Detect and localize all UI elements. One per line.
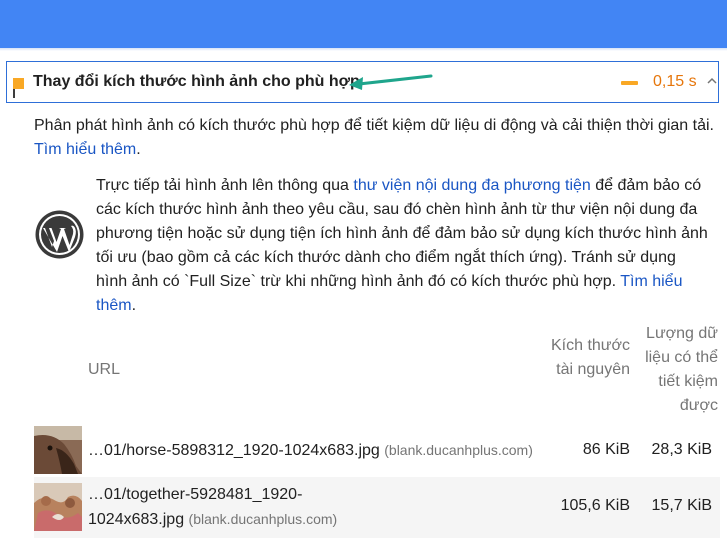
url-host: (blank.ducanhplus.com) xyxy=(188,511,338,527)
chevron-up-icon[interactable] xyxy=(705,74,719,88)
learn-more-link[interactable]: Tìm hiểu thêm xyxy=(34,141,136,158)
wordpress-logo-icon xyxy=(35,210,84,259)
period: . xyxy=(131,297,137,314)
audit-header[interactable]: Thay đổi kích thước hình ảnh cho phù hợp… xyxy=(6,61,719,103)
column-header-size: Kích thước tài nguyên xyxy=(550,337,630,378)
annotation-arrow-icon xyxy=(349,74,433,90)
audit-title: Thay đổi kích thước hình ảnh cho phù hợp xyxy=(33,73,360,90)
resource-url[interactable]: …01/together-5928481_1920-1024x683.jpg (… xyxy=(88,483,388,532)
savings-bar-icon xyxy=(621,81,638,85)
table-row: …01/together-5928481_1920-1024x683.jpg (… xyxy=(34,477,720,538)
period: . xyxy=(136,141,141,158)
cursor-marker xyxy=(13,89,15,98)
url-host: (blank.ducanhplus.com) xyxy=(384,442,533,458)
wasted-bytes: 28,3 KiB xyxy=(651,441,712,458)
description-text: Phân phát hình ảnh có kích thước phù hợp… xyxy=(34,117,714,134)
wordpress-tip: Trực tiếp tải hình ảnh lên thông qua thư… xyxy=(96,174,708,318)
audit-description: Phân phát hình ảnh có kích thước phù hợp… xyxy=(34,114,724,162)
url-path: …01/horse-5898312_1920-1024x683.jpg xyxy=(88,442,380,459)
warning-square-icon xyxy=(13,78,24,89)
media-library-link[interactable]: thư viện nội dung đa phương tiện xyxy=(353,177,590,194)
resource-size: 86 KiB xyxy=(582,441,630,458)
header-bar xyxy=(0,0,727,48)
resource-size: 105,6 KiB xyxy=(560,497,630,514)
savings-value: 0,15 s xyxy=(653,73,697,90)
horse-thumbnail xyxy=(34,426,82,474)
together-thumbnail xyxy=(34,483,82,531)
resource-url[interactable]: …01/horse-5898312_1920-1024x683.jpg (bla… xyxy=(88,438,533,463)
wasted-bytes: 15,7 KiB xyxy=(651,497,712,514)
column-header-url: URL xyxy=(88,361,121,378)
header-shadow xyxy=(0,48,727,51)
table-row: …01/horse-5898312_1920-1024x683.jpg (bla… xyxy=(34,425,720,476)
wp-tip-text-1: Trực tiếp tải hình ảnh lên thông qua xyxy=(96,177,354,194)
column-header-waste: Lượng dữ liệu có thể tiết kiệm được xyxy=(645,325,718,414)
